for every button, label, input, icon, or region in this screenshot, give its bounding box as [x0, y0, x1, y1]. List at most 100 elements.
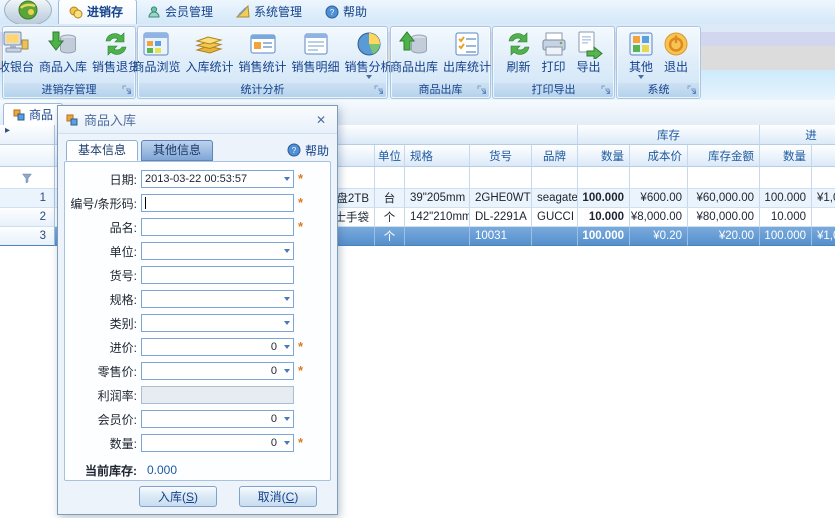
- required-mark: *: [298, 438, 303, 448]
- filter-funnel-icon: [21, 172, 33, 184]
- chevron-down-icon[interactable]: [280, 315, 293, 331]
- group-label: 进销存管理: [42, 84, 97, 96]
- dialog-launcher-icon[interactable]: [374, 85, 384, 95]
- chevron-down-icon[interactable]: [280, 435, 293, 451]
- ribbon-tab-row: 进销存 会员管理 系统管理 ? 帮助: [0, 0, 835, 25]
- cell-cost: ¥0.20: [630, 227, 688, 246]
- goods-browse-button[interactable]: 商品浏览: [130, 28, 182, 75]
- category-select[interactable]: [141, 314, 294, 332]
- goods-stock-in-button[interactable]: 商品入库: [37, 28, 89, 75]
- exit-button[interactable]: 退出: [659, 28, 693, 75]
- ribbon-tabs: 进销存 会员管理 系统管理 ? 帮助: [58, 0, 380, 24]
- cell-money: ¥: [812, 208, 835, 227]
- dialog-launcher-icon[interactable]: [601, 85, 611, 95]
- tab-other-info[interactable]: 其他信息: [141, 140, 213, 161]
- cell-stock-amount: ¥20.00: [688, 227, 760, 246]
- other-button[interactable]: 其他: [624, 28, 658, 80]
- chevron-down-icon[interactable]: [280, 291, 293, 307]
- goods-stock-out-button[interactable]: 商品出库: [388, 28, 440, 75]
- current-stock-value: 0.000: [147, 463, 177, 477]
- doc-tab-goods[interactable]: 商品: [3, 103, 63, 125]
- dialog-launcher-icon[interactable]: [122, 85, 132, 95]
- column-header-brand[interactable]: 品牌: [532, 145, 578, 167]
- chevron-down-icon[interactable]: [280, 339, 293, 355]
- field-quantity: 数量: *: [65, 431, 330, 455]
- retail-price-input[interactable]: [141, 362, 294, 380]
- export-button[interactable]: 导出: [572, 28, 606, 75]
- member-icon: [147, 5, 161, 19]
- ribbon-group-inventory-mgmt: 收银台 商品入库 销售退货 进销存管理: [2, 26, 136, 99]
- row-number: 1: [0, 192, 54, 204]
- app-window: 进销存 会员管理 系统管理 ? 帮助: [0, 0, 835, 518]
- member-price-input[interactable]: [141, 410, 294, 428]
- cell-cost: ¥8,000.00: [630, 208, 688, 227]
- field-category: 类别:: [65, 311, 330, 335]
- chevron-down-icon[interactable]: [280, 171, 293, 187]
- cell-spec: 39"205mm: [405, 189, 470, 208]
- field-member-price: 会员价:: [65, 407, 330, 431]
- tab-basic-info[interactable]: 基本信息: [66, 140, 138, 161]
- chevron-down-icon: [366, 75, 372, 79]
- stock-out-arrow-icon: [399, 29, 429, 59]
- unit-select[interactable]: [141, 242, 294, 260]
- column-header-qty2[interactable]: 数量: [760, 145, 812, 167]
- current-stock-label: 当前库存:: [69, 462, 137, 479]
- column-header-unit[interactable]: 单位: [375, 145, 405, 167]
- stock-in-submit-button[interactable]: 入库(S): [139, 486, 217, 507]
- cell-cost: ¥600.00: [630, 189, 688, 208]
- purchase-price-input[interactable]: [141, 338, 294, 356]
- power-icon: [661, 29, 691, 59]
- cell-qty2: 100.000: [760, 189, 812, 208]
- filter-cell[interactable]: [0, 167, 55, 189]
- help-icon: ?: [287, 143, 301, 157]
- column-header-sku[interactable]: 货号: [470, 145, 532, 167]
- column-header-qty[interactable]: 数量: [578, 145, 630, 167]
- tab-members[interactable]: 会员管理: [137, 0, 226, 24]
- refresh-button[interactable]: 刷新: [502, 28, 536, 75]
- print-button[interactable]: 打印: [537, 28, 571, 75]
- chevron-down-icon[interactable]: [280, 411, 293, 427]
- return-arrows-icon: [101, 29, 131, 59]
- barcode-input[interactable]: [141, 194, 294, 212]
- cell-stock-amount: ¥80,000.00: [688, 208, 760, 227]
- spec-select[interactable]: [141, 290, 294, 308]
- dialog-launcher-icon[interactable]: [687, 85, 697, 95]
- form-icon: [13, 109, 25, 121]
- app-menu-button[interactable]: [4, 0, 52, 26]
- sales-analysis-button[interactable]: 销售分析: [343, 28, 395, 80]
- stock-out-stats-button[interactable]: 出库统计: [441, 28, 493, 75]
- quantity-input[interactable]: [141, 434, 294, 452]
- chevron-down-icon[interactable]: [280, 363, 293, 379]
- column-header-stock-amount[interactable]: 库存金额: [688, 145, 760, 167]
- group-header-stock: 库存: [578, 125, 760, 145]
- sales-stats-button[interactable]: 销售统计: [237, 28, 289, 75]
- dialog-launcher-icon[interactable]: [477, 85, 487, 95]
- sales-detail-button[interactable]: 销售明细: [290, 28, 342, 75]
- cashier-button[interactable]: 收银台: [0, 28, 36, 75]
- app-logo-icon: [17, 0, 39, 21]
- stock-in-stats-button[interactable]: 入库统计: [183, 28, 235, 75]
- sku-input[interactable]: [141, 266, 294, 284]
- ribbon: 收银台 商品入库 销售退货 进销存管理: [0, 24, 835, 100]
- product-name-input[interactable]: [141, 218, 294, 236]
- required-mark: *: [298, 174, 303, 184]
- field-unit: 单位:: [65, 239, 330, 263]
- text-caret: [145, 197, 146, 209]
- tab-help[interactable]: ? 帮助: [315, 0, 380, 24]
- pie-chart-icon: [354, 29, 384, 59]
- close-icon[interactable]: ✕: [313, 113, 329, 127]
- chevron-down-icon[interactable]: [280, 243, 293, 259]
- cell-brand: GUCCI: [532, 208, 578, 227]
- tab-inventory[interactable]: 进销存: [58, 0, 137, 24]
- cell-spec: 142"210mm: [405, 208, 470, 227]
- column-header-cost[interactable]: 成本价: [630, 145, 688, 167]
- field-spec: 规格:: [65, 287, 330, 311]
- cell-qty2: 10.000: [760, 208, 812, 227]
- tab-system[interactable]: 系统管理: [226, 0, 315, 24]
- date-input[interactable]: [141, 170, 294, 188]
- column-header-spec[interactable]: 规格: [405, 145, 470, 167]
- chevron-down-icon: [638, 75, 644, 79]
- dialog-title: 商品入库: [84, 110, 136, 129]
- help-link[interactable]: ? 帮助: [287, 142, 329, 159]
- cancel-button[interactable]: 取消(C): [239, 486, 317, 507]
